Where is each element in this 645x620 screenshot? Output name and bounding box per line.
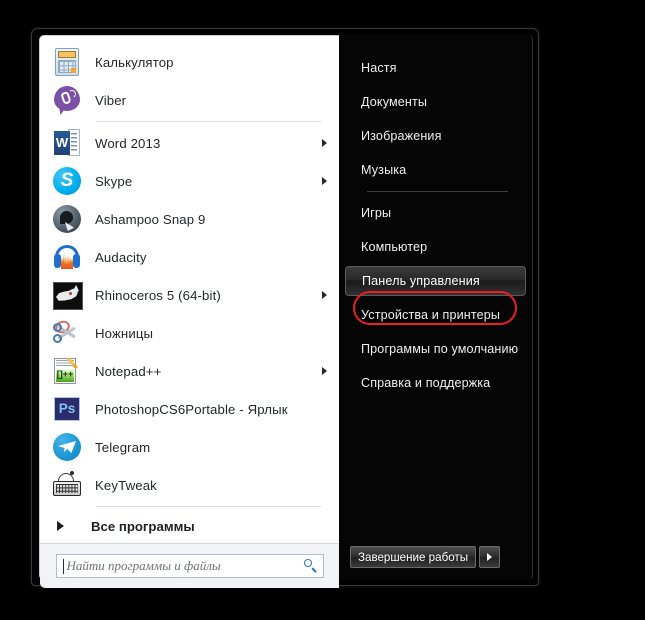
program-item-audacity[interactable]: Audacity [40,238,339,276]
chevron-right-icon[interactable] [322,139,327,147]
audacity-icon [51,241,83,273]
search-input[interactable]: Найти программы и файлы [55,554,324,578]
rhinoceros-icon [51,279,83,311]
place-label: Справка и поддержка [361,376,491,390]
shutdown-area: Завершение работы [339,534,532,580]
places-separator [367,191,508,192]
program-item-notepad-plus-plus[interactable]: []++ Notepad++ [40,352,339,390]
place-item-pictures[interactable]: Изображения [345,119,526,153]
search-icon[interactable] [303,558,319,574]
skype-icon: S [51,165,83,197]
chevron-right-icon[interactable] [322,367,327,375]
program-item-skype[interactable]: S Skype [40,162,339,200]
place-label: Компьютер [361,240,428,254]
place-label: Панель управления [362,274,480,288]
program-label: Skype [95,173,133,189]
program-item-viber[interactable]: Viber [40,81,339,119]
program-label: Viber [95,92,127,108]
start-menu-right-panel: Настя Документы Изображения Музыка Игры … [339,35,533,580]
program-item-word-2013[interactable]: W Word 2013 [40,124,339,162]
shutdown-label: Завершение работы [358,550,469,564]
viber-icon [51,84,83,116]
program-label: Rhinoceros 5 (64-bit) [95,287,221,303]
chevron-right-icon[interactable] [322,177,327,185]
start-menu-left-panel: Калькулятор Viber W Word 2013 S Skype As… [39,35,339,588]
program-label: Telegram [95,439,151,455]
place-label: Документы [361,95,428,109]
place-label: Настя [361,61,397,75]
keytweak-icon [51,469,83,501]
place-item-default-programs[interactable]: Программы по умолчанию [345,332,526,366]
place-item-documents[interactable]: Документы [345,85,526,119]
place-item-games[interactable]: Игры [345,196,526,230]
place-label: Музыка [361,163,407,177]
all-programs-label: Все программы [91,518,195,534]
telegram-icon [51,431,83,463]
search-area: Найти программы и файлы [40,543,339,588]
program-label: Word 2013 [95,135,161,151]
pinned-programs-list: Калькулятор Viber W Word 2013 S Skype As… [40,36,339,543]
place-item-user-folder[interactable]: Настя [345,51,526,85]
program-label: Калькулятор [95,54,174,70]
text-caret [62,558,64,574]
all-programs-separator [96,506,321,507]
calculator-icon [51,46,83,78]
place-label: Программы по умолчанию [361,342,519,356]
program-list-separator [96,121,321,122]
program-label: Ножницы [95,325,154,341]
program-label: Audacity [95,249,147,265]
chevron-right-icon[interactable] [322,291,327,299]
chevron-right-icon [57,521,64,531]
place-item-music[interactable]: Музыка [345,153,526,187]
shutdown-button[interactable]: Завершение работы [350,546,477,568]
word-icon: W [51,127,83,159]
program-label: Ashampoo Snap 9 [95,211,206,227]
places-list: Настя Документы Изображения Музыка Игры … [339,35,532,534]
place-item-help-and-support[interactable]: Справка и поддержка [345,366,526,400]
place-label: Изображения [361,129,442,143]
program-item-calculator[interactable]: Калькулятор [40,43,339,81]
start-menu: Калькулятор Viber W Word 2013 S Skype As… [31,28,539,588]
program-item-ashampoo-snap-9[interactable]: Ashampoo Snap 9 [40,200,339,238]
chevron-right-icon [487,553,493,561]
program-label: KeyTweak [95,477,157,493]
snipping-tool-icon [51,317,83,349]
program-item-keytweak[interactable]: KeyTweak [40,466,339,504]
ashampoo-snap-icon [51,203,83,235]
program-label: PhotoshopCS6Portable - Ярлык [95,401,288,417]
search-placeholder: Найти программы и файлы [66,558,221,573]
place-item-control-panel[interactable]: Панель управления [345,266,526,296]
shutdown-options-button[interactable] [479,546,501,568]
program-item-telegram[interactable]: Telegram [40,428,339,466]
program-item-rhinoceros-5[interactable]: Rhinoceros 5 (64-bit) [40,276,339,314]
notepad-plus-icon: []++ [51,355,83,387]
all-programs-button[interactable]: Все программы [40,509,339,543]
program-item-snipping-tool[interactable]: Ножницы [40,314,339,352]
program-label: Notepad++ [95,363,162,379]
program-item-photoshop-cs6-portable[interactable]: Ps PhotoshopCS6Portable - Ярлык [40,390,339,428]
place-item-devices-and-printers[interactable]: Устройства и принтеры [345,298,526,332]
place-item-computer[interactable]: Компьютер [345,230,526,264]
place-label: Устройства и принтеры [361,308,501,322]
place-label: Игры [361,206,392,220]
photoshop-icon: Ps [51,393,83,425]
